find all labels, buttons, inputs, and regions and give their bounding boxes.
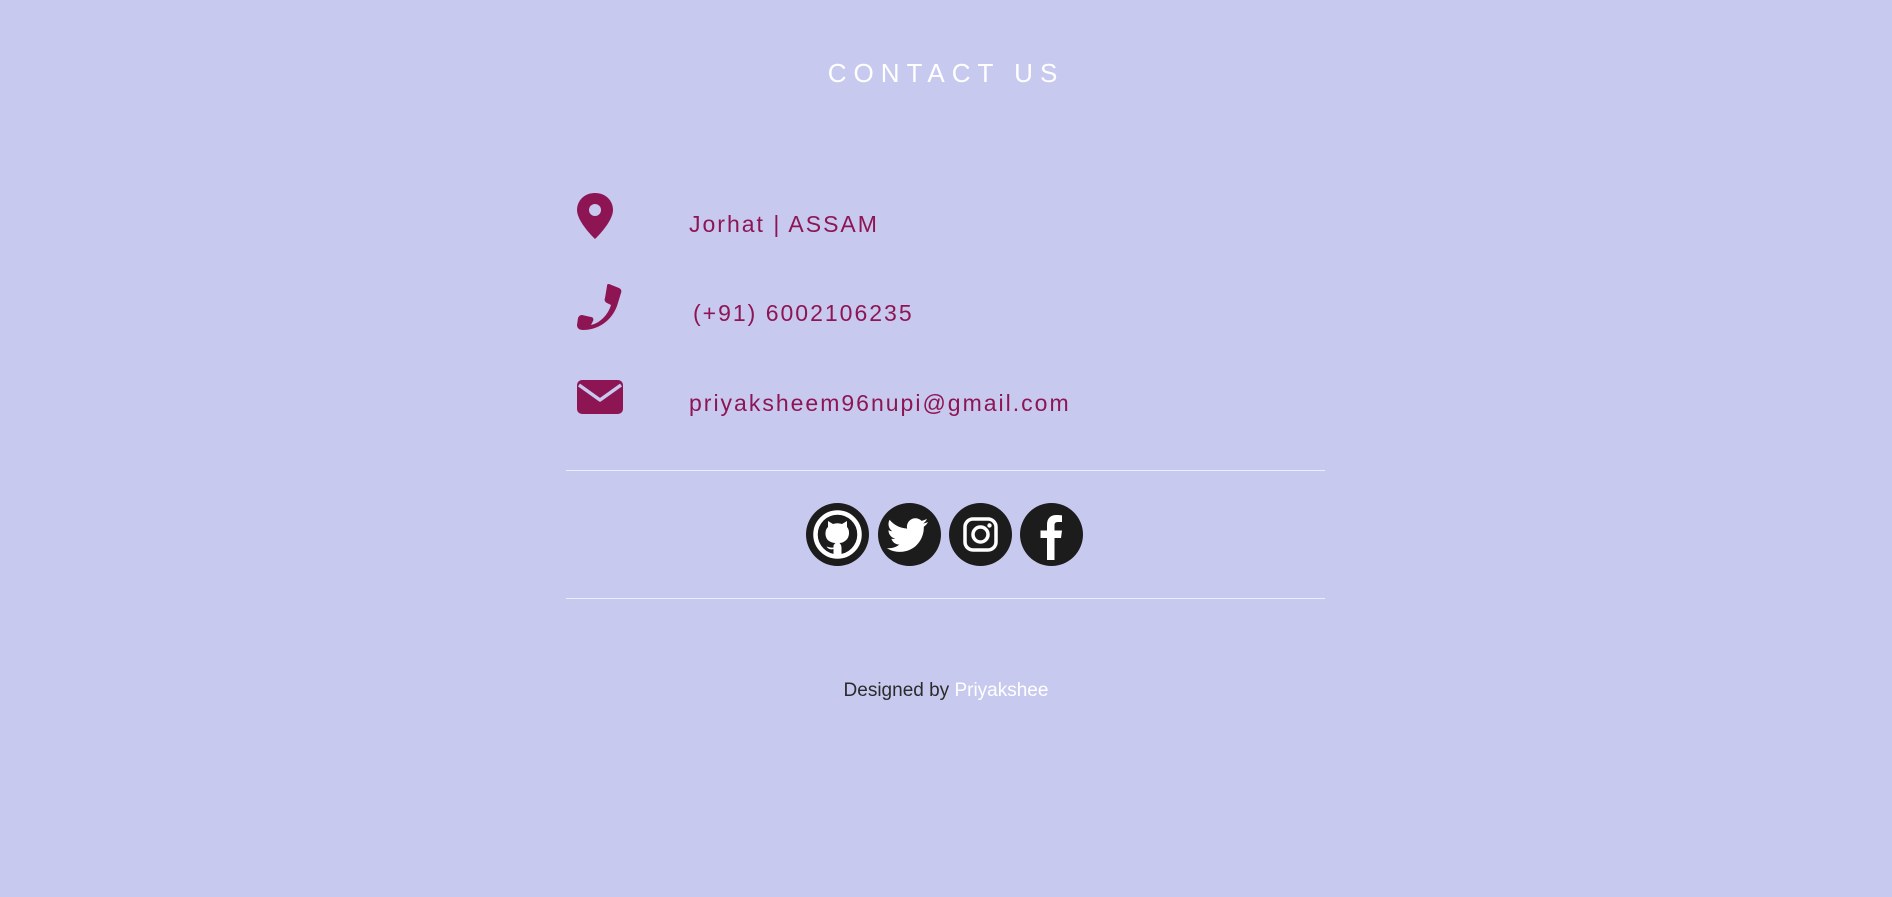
social-links (806, 503, 1096, 567)
contact-email: priyaksheem96nupi@gmail.com (575, 376, 1335, 436)
footer-prefix: Designed by (843, 680, 950, 701)
location-pin-icon (575, 193, 625, 243)
instagram-link[interactable] (949, 503, 1012, 566)
contact-phone: (+91) 6002106235 (575, 282, 1335, 342)
email-text[interactable]: priyaksheem96nupi@gmail.com (689, 390, 1071, 417)
page-title: CONTACT US (827, 58, 1065, 88)
facebook-link[interactable] (1020, 503, 1083, 566)
contact-location: Jorhat | ASSAM (575, 193, 1335, 253)
location-text: Jorhat | ASSAM (689, 211, 879, 237)
github-link[interactable] (806, 503, 869, 566)
divider (566, 470, 1325, 471)
footer: Designed by Priyakshee (0, 680, 1892, 702)
divider (566, 598, 1325, 599)
twitter-icon (886, 518, 928, 552)
facebook-icon (1040, 515, 1062, 560)
author-link[interactable]: Priyakshee (954, 680, 1048, 701)
twitter-link[interactable] (878, 503, 941, 566)
envelope-icon (575, 376, 625, 426)
phone-icon (575, 282, 625, 332)
phone-text[interactable]: (+91) 6002106235 (693, 300, 914, 327)
github-icon (813, 510, 862, 559)
instagram-icon (963, 517, 998, 552)
